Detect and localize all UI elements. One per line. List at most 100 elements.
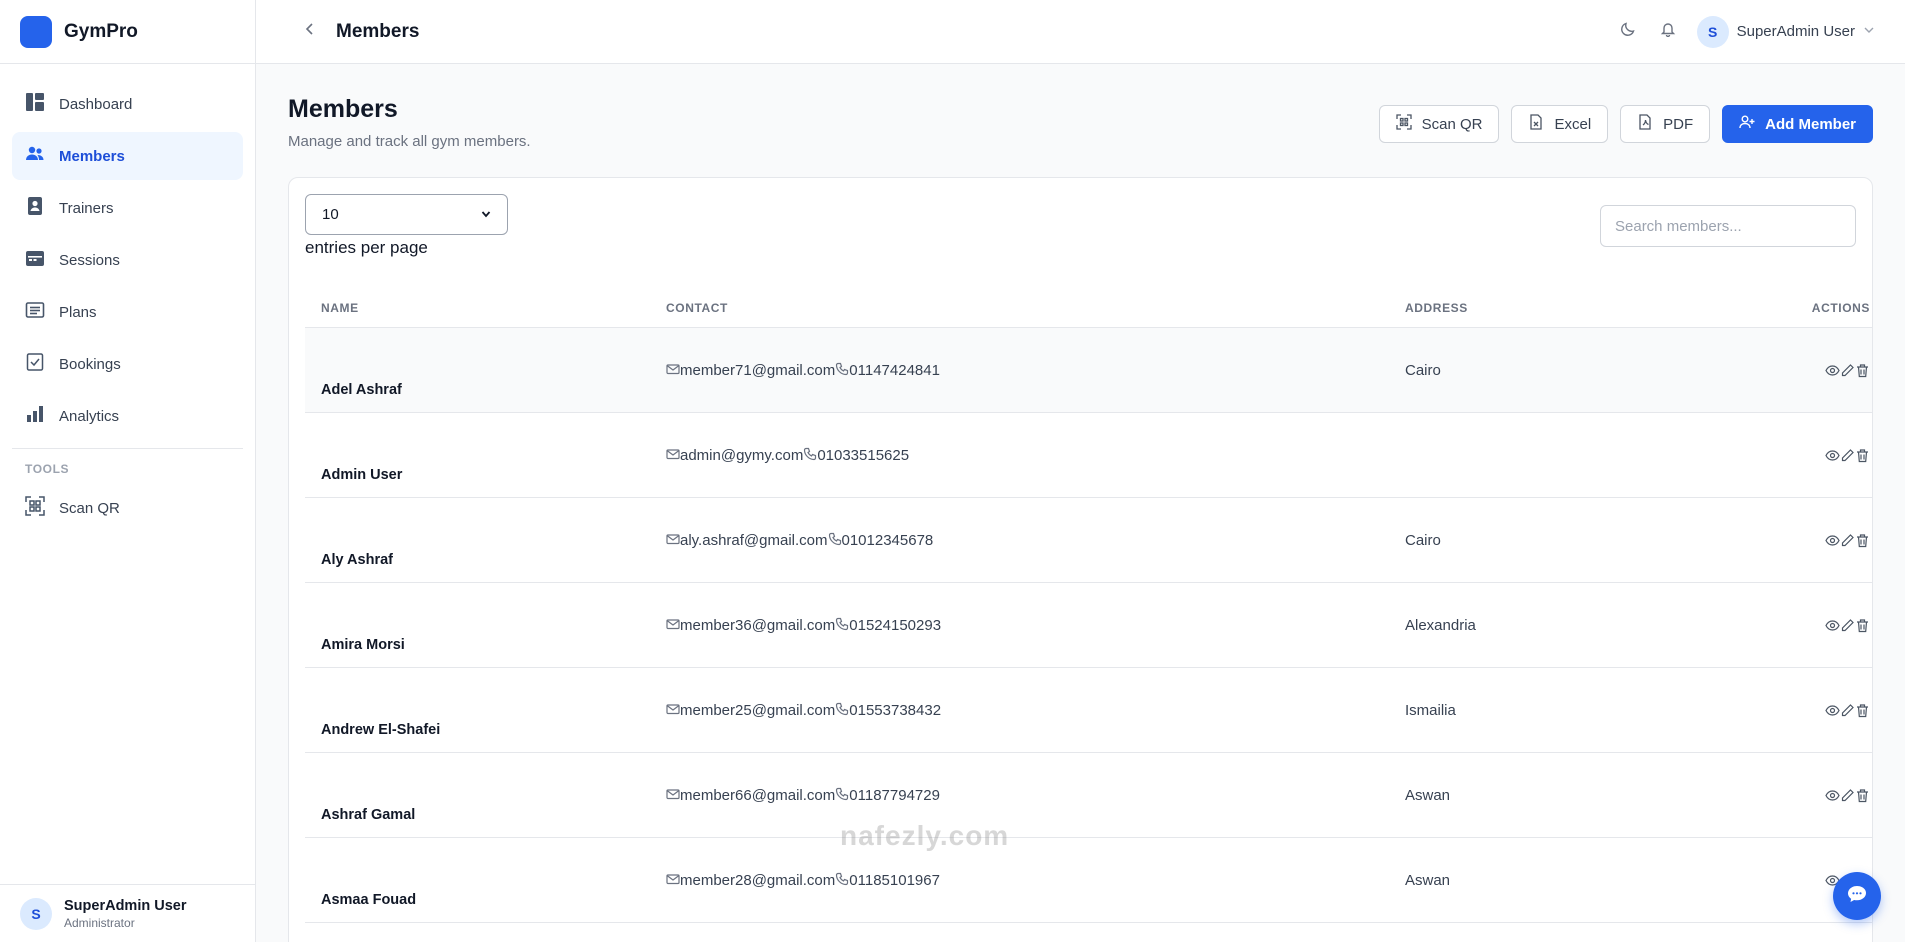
- pencil-icon[interactable]: [1840, 363, 1855, 412]
- back-button[interactable]: [294, 16, 326, 48]
- member-email[interactable]: member71@gmail.com: [680, 362, 835, 379]
- table-row[interactable]: Andrew El-Shafei member25@gmail.com 0155…: [305, 668, 1872, 753]
- member-contact: admin@gymy.com 01033515625: [666, 413, 1405, 497]
- member-address: Aswan: [1405, 787, 1451, 804]
- sidebar-item-label: Analytics: [59, 407, 120, 425]
- table-header: NAME CONTACT ADDRESS ACTIONS: [305, 289, 1872, 328]
- member-phone[interactable]: 01185101967: [849, 872, 940, 889]
- search-input[interactable]: [1600, 205, 1856, 247]
- sidebar-item-dashboard[interactable]: Dashboard: [12, 80, 243, 128]
- trash-icon[interactable]: [1855, 448, 1870, 497]
- button-label: Add Member: [1765, 115, 1856, 133]
- pencil-icon[interactable]: [1840, 703, 1855, 752]
- member-phone[interactable]: 01524150293: [849, 617, 941, 634]
- list-icon: [25, 300, 45, 324]
- user-menu[interactable]: S SuperAdmin User: [1696, 15, 1875, 48]
- avatar: S: [1696, 15, 1729, 48]
- member-email[interactable]: admin@gymy.com: [680, 447, 803, 464]
- sidebar-item-label: Sessions: [59, 251, 120, 269]
- member-address: Cairo: [1405, 532, 1441, 549]
- sidebar-item-bookings[interactable]: Bookings: [12, 340, 243, 388]
- member-address: Aswan: [1405, 872, 1451, 889]
- export-excel-button[interactable]: Excel: [1511, 105, 1609, 143]
- member-phone[interactable]: 01147424841: [849, 362, 940, 379]
- scan-qr-button[interactable]: Scan QR: [1378, 105, 1500, 143]
- member-name: Amira Morsi: [321, 637, 405, 653]
- excel-file-icon: [1528, 114, 1544, 134]
- header-address: ADDRESS: [1405, 301, 1468, 315]
- member-name: Admin User: [321, 467, 403, 483]
- trash-icon[interactable]: [1855, 533, 1870, 582]
- pencil-icon[interactable]: [1840, 448, 1855, 497]
- sidebar-item-label: Dashboard: [59, 95, 133, 113]
- export-pdf-button[interactable]: PDF: [1620, 105, 1711, 143]
- member-email[interactable]: aly.ashraf@gmail.com: [680, 532, 828, 549]
- mail-icon: [666, 617, 680, 631]
- phone-icon: [835, 702, 849, 716]
- per-page-label: entries per page: [305, 238, 428, 257]
- pencil-icon[interactable]: [1840, 618, 1855, 667]
- row-actions: [1792, 328, 1872, 412]
- member-email[interactable]: member28@gmail.com: [680, 872, 835, 889]
- chevron-down-icon: [1863, 23, 1875, 40]
- add-member-button[interactable]: Add Member: [1722, 105, 1873, 143]
- mail-icon: [666, 447, 680, 461]
- member-contact: member71@gmail.com 01147424841: [666, 328, 1405, 412]
- sidebar-nav: Dashboard Members Trainers Sessions Plan…: [0, 64, 255, 532]
- sidebar-user[interactable]: S SuperAdmin User Administrator: [0, 884, 255, 942]
- table-row[interactable]: Admin User admin@gymy.com 01033515625: [305, 413, 1872, 498]
- header-contact: CONTACT: [666, 301, 728, 315]
- chat-button[interactable]: [1833, 872, 1881, 920]
- member-phone[interactable]: 01187794729: [849, 787, 940, 804]
- trash-icon[interactable]: [1855, 618, 1870, 667]
- trash-icon[interactable]: [1855, 363, 1870, 412]
- row-actions: [1792, 498, 1872, 582]
- sidebar-item-scan-qr[interactable]: Scan QR: [12, 484, 243, 532]
- member-contact: member25@gmail.com 01553738432: [666, 668, 1405, 752]
- pencil-icon[interactable]: [1840, 533, 1855, 582]
- eye-icon[interactable]: [1825, 533, 1840, 582]
- header-name: NAME: [321, 301, 359, 315]
- theme-toggle-button[interactable]: [1617, 21, 1639, 43]
- notifications-button[interactable]: [1657, 21, 1679, 43]
- sidebar-item-plans[interactable]: Plans: [12, 288, 243, 336]
- sidebar-item-analytics[interactable]: Analytics: [12, 392, 243, 440]
- sidebar-item-label: Members: [59, 147, 125, 165]
- eye-icon[interactable]: [1825, 363, 1840, 412]
- member-contact: aly.ashraf@gmail.com 01012345678: [666, 498, 1405, 582]
- eye-icon[interactable]: [1825, 618, 1840, 667]
- eye-icon[interactable]: [1825, 448, 1840, 497]
- table-row[interactable]: Asmaa Fouad member28@gmail.com 011851019…: [305, 838, 1872, 923]
- table-row[interactable]: Ashraf Gamal member66@gmail.com 01187794…: [305, 753, 1872, 838]
- member-email[interactable]: member25@gmail.com: [680, 702, 835, 719]
- member-phone[interactable]: 01033515625: [817, 447, 909, 464]
- phone-icon: [835, 787, 849, 801]
- sidebar-item-members[interactable]: Members: [12, 132, 243, 180]
- calendar-icon: [25, 248, 45, 272]
- table-row[interactable]: Aly Ashraf aly.ashraf@gmail.com 01012345…: [305, 498, 1872, 583]
- member-email[interactable]: member36@gmail.com: [680, 617, 835, 634]
- phone-icon: [835, 362, 849, 376]
- trash-icon[interactable]: [1855, 703, 1870, 752]
- trash-icon[interactable]: [1855, 788, 1870, 837]
- table-row[interactable]: Adel Ashraf member71@gmail.com 011474248…: [305, 328, 1872, 413]
- member-email[interactable]: member66@gmail.com: [680, 787, 835, 804]
- member-name: Adel Ashraf: [321, 382, 402, 398]
- entries-per-page-select[interactable]: 10: [305, 194, 508, 235]
- brand[interactable]: GymPro: [0, 0, 255, 64]
- member-phone[interactable]: 01553738432: [849, 702, 941, 719]
- table-row[interactable]: Amira Morsi member36@gmail.com 015241502…: [305, 583, 1872, 668]
- chevron-down-icon: [481, 208, 491, 222]
- sidebar-item-sessions[interactable]: Sessions: [12, 236, 243, 284]
- page-subtitle: Manage and track all gym members.: [288, 133, 531, 150]
- user-plus-icon: [1739, 114, 1755, 134]
- member-phone[interactable]: 01012345678: [842, 532, 934, 549]
- sidebar-item-trainers[interactable]: Trainers: [12, 184, 243, 232]
- user-role: Administrator: [64, 915, 135, 930]
- pencil-icon[interactable]: [1840, 788, 1855, 837]
- phone-icon: [803, 447, 817, 461]
- eye-icon[interactable]: [1825, 788, 1840, 837]
- eye-icon[interactable]: [1825, 703, 1840, 752]
- sidebar-item-label: Plans: [59, 303, 97, 321]
- bell-icon: [1660, 21, 1676, 42]
